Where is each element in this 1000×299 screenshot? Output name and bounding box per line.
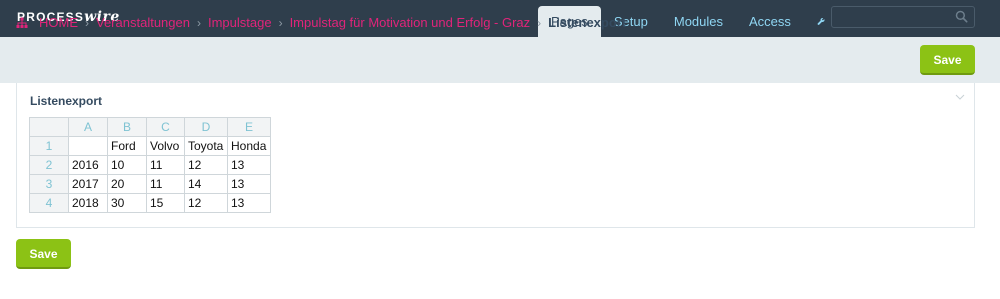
table-cell[interactable]: 30 xyxy=(107,193,147,213)
table-cell[interactable]: 20 xyxy=(107,174,147,194)
breadcrumb-home[interactable]: HOME xyxy=(39,15,78,30)
breadcrumb-current: Listenexport xyxy=(548,15,627,30)
table-cell[interactable]: 11 xyxy=(146,155,185,175)
nav-modules[interactable]: Modules xyxy=(661,6,736,37)
table-row: 3 2017 20 11 14 13 xyxy=(29,174,271,194)
table-row: 4 2018 30 15 12 13 xyxy=(29,193,271,213)
breadcrumb-impulstage[interactable]: Impulstage xyxy=(208,15,272,30)
table-cell[interactable]: Ford xyxy=(107,136,147,156)
table-cell[interactable]: 10 xyxy=(107,155,147,175)
row-header[interactable]: 3 xyxy=(29,174,69,194)
search-icon[interactable] xyxy=(955,10,968,23)
table-cell[interactable]: 11 xyxy=(146,174,185,194)
column-header-a[interactable]: A xyxy=(68,117,108,137)
breadcrumb: HOME › Veranstaltungen › Impulstage › Im… xyxy=(16,15,626,30)
table-cell[interactable]: 13 xyxy=(227,193,271,213)
column-header-d[interactable]: D xyxy=(184,117,228,137)
breadcrumb-bar xyxy=(0,37,1000,83)
table-cell[interactable]: 12 xyxy=(184,193,228,213)
table-cell[interactable]: 2016 xyxy=(68,155,108,175)
table-cell[interactable]: 14 xyxy=(184,174,228,194)
table-row: 2 2016 10 11 12 13 xyxy=(29,155,271,175)
breadcrumb-separator: › xyxy=(537,15,542,30)
table-cell[interactable]: 2018 xyxy=(68,193,108,213)
chevron-down-icon[interactable] xyxy=(955,93,965,101)
wrench-icon xyxy=(817,17,825,25)
breadcrumb-separator: › xyxy=(278,15,283,30)
table-cell[interactable]: Toyota xyxy=(184,136,228,156)
breadcrumb-separator: › xyxy=(196,15,201,30)
row-header[interactable]: 2 xyxy=(29,155,69,175)
breadcrumb-impulstag-graz[interactable]: Impulstag für Motivation und Erfolg - Gr… xyxy=(290,15,531,30)
sitemap-icon[interactable] xyxy=(16,17,28,29)
table-cell[interactable]: Volvo xyxy=(146,136,185,156)
table-row: 1 Ford Volvo Toyota Honda xyxy=(29,136,271,156)
search-input[interactable] xyxy=(831,6,975,28)
panel-title: Listenexport xyxy=(30,94,103,108)
save-button-bottom[interactable]: Save xyxy=(16,239,71,269)
table-cell[interactable]: Honda xyxy=(227,136,271,156)
row-header[interactable]: 1 xyxy=(29,136,69,156)
save-button-top[interactable]: Save xyxy=(920,45,975,75)
breadcrumb-separator: › xyxy=(85,15,89,30)
column-header-b[interactable]: B xyxy=(107,117,147,137)
column-header-e[interactable]: E xyxy=(227,117,271,137)
table-cell[interactable]: 2017 xyxy=(68,174,108,194)
nav-access[interactable]: Access xyxy=(736,6,804,37)
breadcrumb-veranstaltungen[interactable]: Veranstaltungen xyxy=(96,15,190,30)
spreadsheet-table: A B C D E 1 Ford Volvo Toyota Honda 2 20… xyxy=(29,117,271,213)
table-cell[interactable]: 15 xyxy=(146,193,185,213)
table-cell[interactable]: 12 xyxy=(184,155,228,175)
table-cell[interactable]: 13 xyxy=(227,174,271,194)
table-cell[interactable] xyxy=(68,136,108,156)
row-header[interactable]: 4 xyxy=(29,193,69,213)
column-header-row: A B C D E xyxy=(29,117,271,137)
column-header-c[interactable]: C xyxy=(146,117,185,137)
table-cell[interactable]: 13 xyxy=(227,155,271,175)
corner-cell[interactable] xyxy=(29,117,69,137)
listenexport-panel: Listenexport A B C D E 1 Ford Volvo Toyo… xyxy=(16,83,975,228)
